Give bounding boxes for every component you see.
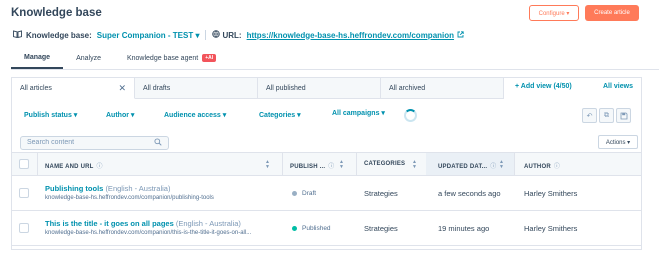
status-dot-icon <box>292 226 297 231</box>
info-icon[interactable]: ⓘ <box>490 164 496 170</box>
url-label: URL: <box>222 30 242 40</box>
divider <box>205 30 207 40</box>
categories-filter[interactable]: Categories ▾ <box>259 111 301 119</box>
row-checkbox[interactable] <box>19 188 29 198</box>
article-author: Harley Smithers <box>524 224 578 233</box>
article-language: (English - Australia) <box>175 219 241 228</box>
article-author: Harley Smithers <box>524 189 578 198</box>
column-divider <box>356 153 357 175</box>
view-tab-all-archived[interactable]: All archived <box>381 78 504 99</box>
actions-dropdown[interactable]: Actions ▾ <box>598 135 638 149</box>
article-title[interactable]: Publishing tools <box>45 184 103 193</box>
table-row: This is the title - it goes on all pages… <box>12 211 641 246</box>
select-all-checkbox[interactable] <box>19 159 29 169</box>
column-header-publish[interactable]: PUBLISH ... ⓘ <box>290 161 334 170</box>
column-header-label: UPDATED DAT... <box>438 164 488 170</box>
view-tab-label: All articles <box>20 84 52 92</box>
column-divider <box>514 153 515 175</box>
add-view-button[interactable]: + Add view (4/50) <box>515 83 572 90</box>
view-tab-all-drafts[interactable]: All drafts <box>135 78 258 99</box>
column-header-label: PUBLISH ... <box>290 164 326 170</box>
sort-icon[interactable]: ▲ ▼ <box>265 160 270 170</box>
article-updated: 19 minutes ago <box>438 224 490 233</box>
article-category: Strategies <box>364 224 398 233</box>
knowledge-base-selector-row: Knowledge base: Super Companion - TEST ▾… <box>13 29 464 41</box>
tab-manage[interactable]: Manage <box>11 47 64 69</box>
article-title[interactable]: This is the title - it goes on all pages <box>45 219 174 228</box>
column-header-categories[interactable]: CATEGORIES <box>364 161 405 167</box>
article-url: knowledge-base-hs.heffrondev.com/compani… <box>45 230 252 236</box>
status-label: Draft <box>302 190 317 197</box>
info-icon[interactable]: ⓘ <box>97 164 103 170</box>
knowledge-base-url-link[interactable]: https://knowledge-base-hs.heffrondev.com… <box>247 31 454 40</box>
audience-access-filter[interactable]: Audience access ▾ <box>164 111 226 119</box>
sort-icon[interactable]: ▲ ▼ <box>339 160 344 170</box>
view-tab-label: All published <box>266 84 306 92</box>
page-title: Knowledge base <box>11 7 102 19</box>
column-header-name[interactable]: NAME AND URL ⓘ <box>45 161 103 170</box>
article-updated: a few seconds ago <box>438 189 501 198</box>
status-label: Published <box>302 225 331 232</box>
article-language: (English - Australia) <box>105 184 171 193</box>
row-checkbox[interactable] <box>19 223 29 233</box>
ai-badge: +AI <box>202 54 217 62</box>
sort-icon[interactable]: ▲ ▼ <box>412 160 417 170</box>
sort-icon[interactable]: ▲ ▼ <box>499 160 504 170</box>
info-icon[interactable]: ⓘ <box>328 164 334 170</box>
search-input[interactable] <box>27 139 145 146</box>
tab-label: Knowledge base agent <box>126 54 199 62</box>
author-filter[interactable]: Author ▾ <box>106 111 134 119</box>
view-tabs: All articles ✕ All drafts All published … <box>12 78 504 99</box>
publish-status-filter[interactable]: Publish status ▾ <box>24 111 77 119</box>
table-header: NAME AND URL ⓘ ▲ ▼ PUBLISH ... ⓘ ▲ ▼ CATEGOR… <box>12 152 641 176</box>
tab-label: Manage <box>24 53 51 61</box>
tab-analyze[interactable]: Analyze <box>63 47 114 69</box>
column-divider <box>37 153 38 175</box>
article-title-link[interactable]: This is the title - it goes on all pages… <box>45 219 241 228</box>
column-header-label: AUTHOR <box>524 164 551 170</box>
search-box <box>20 136 169 150</box>
view-tab-all-articles[interactable]: All articles ✕ <box>12 78 135 99</box>
article-category: Strategies <box>364 189 398 198</box>
column-divider <box>282 153 283 175</box>
tab-knowledge-base-agent[interactable]: Knowledge base agent +AI <box>114 47 229 69</box>
tab-label: Analyze <box>76 54 101 62</box>
all-views-button[interactable]: All views <box>603 83 633 90</box>
view-tab-label: All drafts <box>143 84 171 92</box>
main-tabs: Manage Analyze Knowledge base agent +AI <box>11 47 229 69</box>
create-article-button[interactable]: Create article <box>585 5 639 21</box>
column-header-label: NAME AND URL <box>45 164 94 170</box>
knowledge-base-label: Knowledge base: <box>26 30 92 40</box>
all-campaigns-filter[interactable]: All campaigns ▾ <box>332 109 385 117</box>
column-header-updated[interactable]: UPDATED DAT... ⓘ <box>438 161 496 170</box>
table-row: Publishing tools (English - Australia) k… <box>12 176 641 211</box>
info-icon[interactable]: ⓘ <box>554 164 560 170</box>
status-badge: Draft <box>292 190 316 197</box>
configure-button[interactable]: Configure ▾ <box>529 5 579 21</box>
undo-icon[interactable]: ↶ <box>582 108 597 123</box>
save-view-icon[interactable] <box>616 108 631 123</box>
copy-icon[interactable]: ⧉ <box>599 108 614 123</box>
knowledge-base-dropdown[interactable]: Super Companion - TEST ▾ <box>97 31 200 40</box>
articles-panel: All articles ✕ All drafts All published … <box>11 77 642 250</box>
search-icon[interactable] <box>154 138 162 148</box>
close-icon[interactable]: ✕ <box>118 83 126 94</box>
status-badge: Published <box>292 225 331 232</box>
view-tab-all-published[interactable]: All published <box>258 78 381 99</box>
status-dot-icon <box>292 191 297 196</box>
article-title-link[interactable]: Publishing tools (English - Australia) <box>45 184 170 193</box>
loading-spinner-icon <box>404 109 417 122</box>
column-header-author[interactable]: AUTHOR ⓘ <box>524 161 560 170</box>
filter-bar: Publish status ▾ Author ▾ Audience acces… <box>12 106 641 120</box>
view-tab-label: All archived <box>389 84 426 92</box>
globe-icon <box>212 30 221 40</box>
book-icon <box>13 30 22 40</box>
column-header-label: CATEGORIES <box>364 161 406 167</box>
external-link-icon[interactable] <box>457 30 464 40</box>
tabs-divider <box>11 69 659 70</box>
article-url: knowledge-base-hs.heffrondev.com/compani… <box>45 195 214 201</box>
